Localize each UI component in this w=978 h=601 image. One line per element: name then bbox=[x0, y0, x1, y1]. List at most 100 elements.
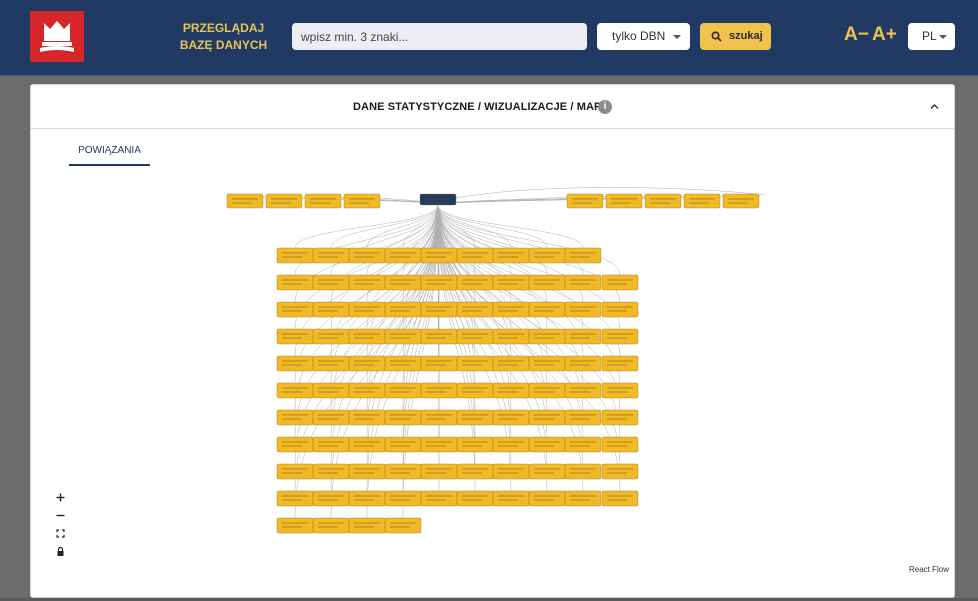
graph-node[interactable] bbox=[420, 409, 458, 426]
graph-node[interactable] bbox=[456, 490, 494, 507]
relations-graph[interactable] bbox=[47, 177, 944, 582]
graph-node[interactable] bbox=[456, 274, 494, 291]
graph-node[interactable] bbox=[564, 301, 602, 318]
zoom-out-button[interactable] bbox=[52, 507, 69, 524]
graph-node[interactable] bbox=[601, 274, 639, 291]
graph-root-node[interactable] bbox=[419, 193, 457, 206]
graph-node[interactable] bbox=[528, 247, 566, 264]
browse-database-link[interactable]: PRZEGLĄDAJ BAZĘ DANYCH bbox=[176, 20, 271, 54]
graph-node[interactable] bbox=[276, 355, 314, 372]
graph-node[interactable] bbox=[420, 355, 458, 372]
graph-node[interactable] bbox=[564, 490, 602, 507]
graph-node[interactable] bbox=[456, 328, 494, 345]
graph-node[interactable] bbox=[420, 328, 458, 345]
graph-node[interactable] bbox=[384, 274, 422, 291]
graph-node[interactable] bbox=[528, 328, 566, 345]
graph-node[interactable] bbox=[492, 328, 530, 345]
graph-node[interactable] bbox=[644, 193, 682, 209]
graph-node[interactable] bbox=[348, 436, 386, 453]
graph-node[interactable] bbox=[564, 463, 602, 480]
graph-node[interactable] bbox=[601, 490, 639, 507]
graph-node[interactable] bbox=[384, 436, 422, 453]
graph-node[interactable] bbox=[312, 463, 350, 480]
graph-node[interactable] bbox=[456, 436, 494, 453]
graph-node[interactable] bbox=[276, 274, 314, 291]
graph-node[interactable] bbox=[420, 301, 458, 318]
graph-node[interactable] bbox=[276, 517, 314, 534]
graph-node[interactable] bbox=[601, 436, 639, 453]
graph-node[interactable] bbox=[528, 436, 566, 453]
graph-node[interactable] bbox=[456, 355, 494, 372]
graph-node[interactable] bbox=[683, 193, 721, 209]
graph-node[interactable] bbox=[601, 463, 639, 480]
graph-node[interactable] bbox=[492, 274, 530, 291]
graph-node[interactable] bbox=[348, 382, 386, 399]
graph-node[interactable] bbox=[276, 409, 314, 426]
graph-node[interactable] bbox=[456, 247, 494, 264]
graph-node[interactable] bbox=[564, 274, 602, 291]
graph-node[interactable] bbox=[348, 274, 386, 291]
chevron-up-icon[interactable] bbox=[930, 102, 939, 111]
graph-node[interactable] bbox=[276, 328, 314, 345]
graph-node[interactable] bbox=[420, 436, 458, 453]
graph-node[interactable] bbox=[528, 409, 566, 426]
graph-node[interactable] bbox=[492, 382, 530, 399]
graph-node[interactable] bbox=[384, 328, 422, 345]
react-flow-attribution[interactable]: React Flow bbox=[909, 565, 949, 574]
graph-node[interactable] bbox=[276, 301, 314, 318]
graph-node[interactable] bbox=[348, 490, 386, 507]
graph-node[interactable] bbox=[312, 517, 350, 534]
graph-node[interactable] bbox=[384, 517, 422, 534]
graph-node[interactable] bbox=[564, 382, 602, 399]
graph-node[interactable] bbox=[312, 247, 350, 264]
info-icon[interactable]: i bbox=[598, 100, 612, 114]
tab-powiazania[interactable]: POWIĄZANIA bbox=[69, 140, 150, 166]
graph-node[interactable] bbox=[601, 355, 639, 372]
graph-node[interactable] bbox=[492, 463, 530, 480]
graph-node[interactable] bbox=[492, 409, 530, 426]
graph-node[interactable] bbox=[312, 355, 350, 372]
graph-node[interactable] bbox=[312, 436, 350, 453]
search-button[interactable]: szukaj bbox=[700, 23, 771, 50]
graph-node[interactable] bbox=[304, 193, 342, 209]
graph-node[interactable] bbox=[601, 409, 639, 426]
graph-node[interactable] bbox=[312, 301, 350, 318]
graph-node[interactable] bbox=[492, 355, 530, 372]
graph-node[interactable] bbox=[265, 193, 303, 209]
graph-node[interactable] bbox=[420, 490, 458, 507]
graph-node[interactable] bbox=[420, 247, 458, 264]
graph-node[interactable] bbox=[276, 490, 314, 507]
graph-node[interactable] bbox=[564, 247, 602, 264]
graph-node[interactable] bbox=[492, 301, 530, 318]
graph-node[interactable] bbox=[312, 409, 350, 426]
zoom-in-button[interactable] bbox=[52, 489, 69, 506]
language-select[interactable]: PL bbox=[908, 23, 955, 50]
graph-node[interactable] bbox=[456, 463, 494, 480]
graph-node[interactable] bbox=[384, 301, 422, 318]
graph-node[interactable] bbox=[343, 193, 381, 209]
graph-node[interactable] bbox=[384, 382, 422, 399]
graph-node[interactable] bbox=[528, 355, 566, 372]
graph-node[interactable] bbox=[312, 382, 350, 399]
graph-node[interactable] bbox=[384, 247, 422, 264]
graph-node[interactable] bbox=[312, 274, 350, 291]
panel-header[interactable]: DANE STATYSTYCZNE / WIZUALIZACJE / MAPY … bbox=[31, 85, 954, 129]
graph-node[interactable] bbox=[492, 247, 530, 264]
graph-node[interactable] bbox=[528, 463, 566, 480]
graph-node[interactable] bbox=[276, 247, 314, 264]
graph-node[interactable] bbox=[528, 274, 566, 291]
database-filter-select[interactable]: tylko DBN bbox=[597, 23, 690, 50]
graph-node[interactable] bbox=[384, 490, 422, 507]
lock-button[interactable] bbox=[52, 543, 69, 560]
graph-node[interactable] bbox=[528, 490, 566, 507]
graph-node[interactable] bbox=[605, 193, 643, 209]
graph-node[interactable] bbox=[564, 436, 602, 453]
graph-node[interactable] bbox=[564, 355, 602, 372]
font-decrease-button[interactable]: A− bbox=[844, 24, 869, 46]
fit-view-button[interactable] bbox=[52, 525, 69, 542]
graph-node[interactable] bbox=[528, 382, 566, 399]
graph-node[interactable] bbox=[348, 301, 386, 318]
graph-node[interactable] bbox=[528, 301, 566, 318]
graph-node[interactable] bbox=[420, 463, 458, 480]
graph-node[interactable] bbox=[348, 247, 386, 264]
